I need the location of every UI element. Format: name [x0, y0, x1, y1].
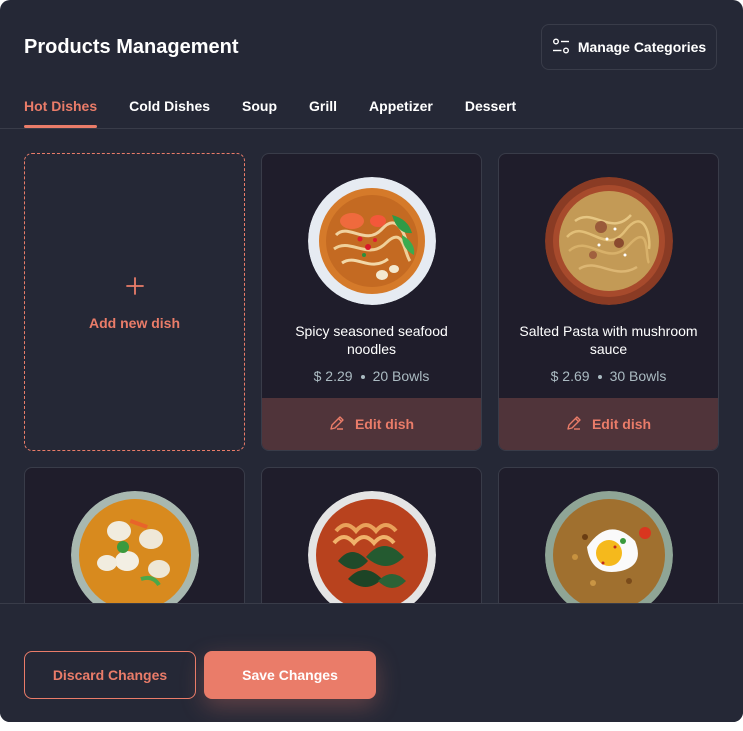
- category-tabs: Hot Dishes Cold Dishes Soup Grill Appeti…: [24, 98, 516, 128]
- manage-categories-label: Manage Categories: [577, 39, 707, 55]
- edit-dish-button[interactable]: Edit dish: [499, 398, 718, 450]
- tab-cold-dishes[interactable]: Cold Dishes: [129, 98, 210, 128]
- page-title: Products Management: [24, 36, 239, 58]
- plus-icon: [125, 273, 145, 301]
- dish-stock: 20 Bowls: [372, 368, 430, 384]
- dish-price: $ 2.69: [550, 368, 590, 384]
- separator-dot: [360, 375, 365, 380]
- tabs-divider: [0, 128, 743, 129]
- pencil-icon: [566, 415, 582, 434]
- tab-dessert[interactable]: Dessert: [465, 98, 516, 128]
- dish-card: Salted Pasta with mushroom sauce $ 2.69 3…: [498, 153, 719, 451]
- dish-meta: $ 2.69 30 Bowls: [499, 368, 718, 384]
- options-icon: [552, 37, 570, 58]
- fried-rice-egg-image: [545, 491, 673, 619]
- dish-card: Spicy seasoned seafood noodles $ 2.29 20 …: [261, 153, 482, 451]
- dish-meta: $ 2.29 20 Bowls: [262, 368, 481, 384]
- discard-changes-button[interactable]: Discard Changes: [24, 651, 196, 699]
- add-new-dish-card[interactable]: Add new dish: [24, 153, 245, 451]
- dumpling-soup-image: [71, 491, 199, 619]
- save-changes-button[interactable]: Save Changes: [204, 651, 376, 699]
- ramen-spinach-image: [308, 491, 436, 619]
- separator-dot: [597, 375, 602, 380]
- pencil-icon: [329, 415, 345, 434]
- manage-categories-button[interactable]: Manage Categories: [541, 24, 717, 70]
- dish-name: Spicy seasoned seafood noodles: [295, 323, 448, 357]
- tab-grill[interactable]: Grill: [309, 98, 337, 128]
- salted-pasta-image: [545, 177, 673, 305]
- edit-dish-label: Edit dish: [591, 416, 652, 432]
- edit-dish-label: Edit dish: [354, 416, 415, 432]
- products-management-panel: Products Management Manage Categories Ho…: [0, 0, 743, 722]
- add-new-dish-label: Add new dish: [89, 315, 180, 331]
- edit-dish-button[interactable]: Edit dish: [262, 398, 481, 450]
- seafood-noodles-image: [308, 177, 436, 305]
- dish-price: $ 2.29: [313, 368, 353, 384]
- dish-stock: 30 Bowls: [609, 368, 667, 384]
- tab-soup[interactable]: Soup: [242, 98, 277, 128]
- dish-name: Salted Pasta with mushroom sauce: [519, 323, 698, 357]
- tab-hot-dishes[interactable]: Hot Dishes: [24, 98, 98, 128]
- tab-appetizer[interactable]: Appetizer: [369, 98, 433, 128]
